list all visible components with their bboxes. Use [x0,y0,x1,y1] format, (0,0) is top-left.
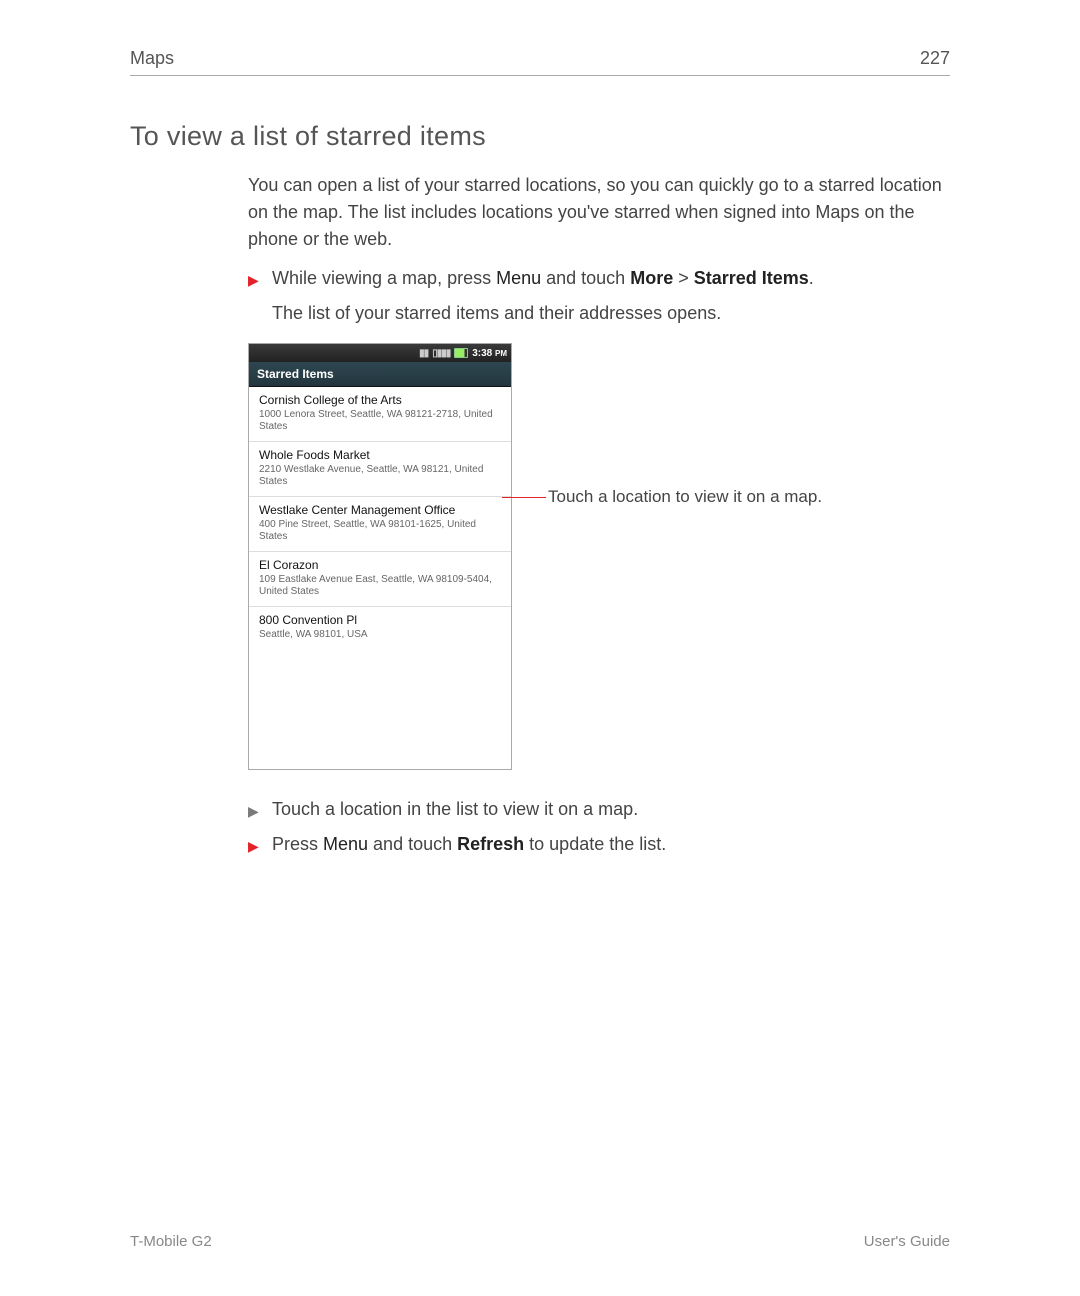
triangle-icon: ▶ [248,835,272,857]
more-bold: More [630,268,673,288]
header-left: Maps [130,48,174,69]
list-item-name: Cornish College of the Arts [259,393,501,407]
triangle-icon: ▶ [248,800,272,822]
footer-left: T-Mobile G2 [130,1233,212,1250]
list-empty-space [249,649,511,769]
callout-line [502,497,546,498]
list-item-addr: Seattle, WA 98101, USA [259,629,501,641]
triangle-icon: ▶ [248,269,272,291]
step-3-frag2: and touch [368,834,457,854]
list-item-name: 800 Convention Pl [259,613,501,627]
signal-icon: ▯▮▮▮ [432,348,450,359]
page-header: Maps 227 [130,48,950,76]
list-item-addr: 1000 Lenora Street, Seattle, WA 98121-27… [259,409,501,433]
step-1-sub: The list of your starred items and their… [272,300,950,327]
network-icon: ▮▮ [419,348,428,359]
list-item-name: Whole Foods Market [259,448,501,462]
step-2-text: Touch a location in the list to view it … [272,796,950,823]
step-1-text: While viewing a map, press Menu and touc… [272,265,950,292]
battery-icon [454,348,468,358]
list-item-name: El Corazon [259,558,501,572]
status-bar: ▮▮ ▯▮▮▮ 3:38 PM [249,344,511,362]
step-bullet-1: ▶ While viewing a map, press Menu and to… [248,265,950,292]
header-page-number: 227 [920,48,950,69]
list-item[interactable]: Cornish College of the Arts 1000 Lenora … [249,387,511,442]
time-ampm: PM [495,349,507,358]
step-1-frag2: and touch [541,268,630,288]
step-1-end: . [809,268,814,288]
status-time: 3:38 PM [472,348,507,359]
starred-items-bold: Starred Items [694,268,809,288]
page-footer: T-Mobile G2 User's Guide [130,1233,950,1250]
list-item-addr: 109 Eastlake Avenue East, Seattle, WA 98… [259,574,501,598]
refresh-bold: Refresh [457,834,524,854]
list-item[interactable]: Westlake Center Management Office 400 Pi… [249,497,511,552]
callout-text: Touch a location to view it on a map. [548,487,822,507]
gt-sep: > [673,268,694,288]
starred-list: Cornish College of the Arts 1000 Lenora … [249,387,511,769]
list-item-addr: 400 Pine Street, Seattle, WA 98101-1625,… [259,519,501,543]
intro-paragraph: You can open a list of your starred loca… [248,172,950,253]
section-title: To view a list of starred items [130,121,950,152]
footer-right: User's Guide [864,1233,950,1250]
list-item-addr: 2210 Westlake Avenue, Seattle, WA 98121,… [259,464,501,488]
menu-keyword: Menu [496,268,541,288]
phone-screenshot: ▮▮ ▯▮▮▮ 3:38 PM Starred Items Cornish Co… [248,343,512,770]
time-value: 3:38 [472,348,492,359]
list-item[interactable]: El Corazon 109 Eastlake Avenue East, Sea… [249,552,511,607]
list-title-bar: Starred Items [249,362,511,387]
callout: Touch a location to view it on a map. [512,487,822,507]
list-item-name: Westlake Center Management Office [259,503,501,517]
step-3-text: Press Menu and touch Refresh to update t… [272,831,950,858]
step-bullet-3: ▶ Press Menu and touch Refresh to update… [248,831,950,858]
step-1-frag: While viewing a map, press [272,268,496,288]
list-item[interactable]: 800 Convention Pl Seattle, WA 98101, USA [249,607,511,649]
menu-keyword: Menu [323,834,368,854]
list-item[interactable]: Whole Foods Market 2210 Westlake Avenue,… [249,442,511,497]
step-3-end: to update the list. [524,834,666,854]
step-bullet-2: ▶ Touch a location in the list to view i… [248,796,950,823]
step-3-frag: Press [272,834,323,854]
